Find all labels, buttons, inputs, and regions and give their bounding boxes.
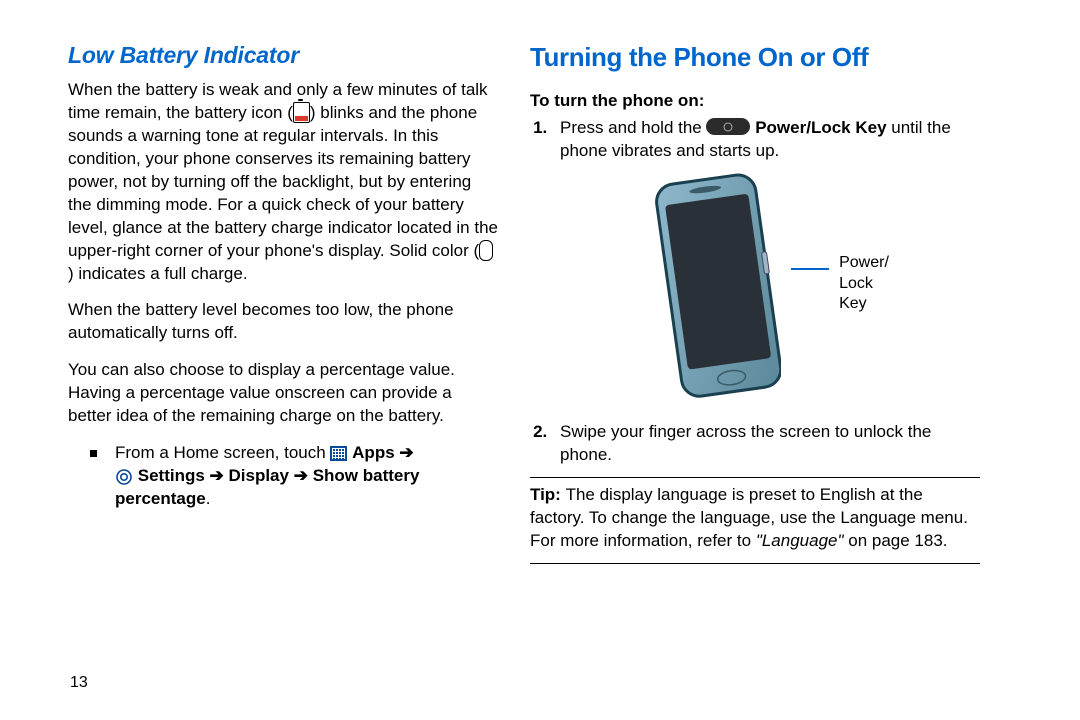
power-key-icon <box>706 118 750 135</box>
phone-illustration <box>651 173 781 403</box>
power-lock-key-label: Power/ Lock Key <box>839 253 889 315</box>
low-battery-p2: When the battery level becomes too low, … <box>68 299 498 345</box>
turning-phone-heading: Turning the Phone On or Off <box>530 42 980 73</box>
bullet-text: From a Home screen, touch Apps ➔ Setting… <box>115 442 498 511</box>
battery-full-icon <box>479 240 493 261</box>
low-battery-heading: Low Battery Indicator <box>68 42 498 69</box>
callout-line <box>791 268 829 270</box>
tip-box: Tip: The display language is preset to E… <box>530 477 980 564</box>
battery-low-icon <box>293 102 310 123</box>
bullet-square <box>90 450 97 457</box>
low-battery-p3: You can also choose to display a percent… <box>68 359 498 428</box>
bullet-path: From a Home screen, touch Apps ➔ Setting… <box>68 442 498 525</box>
step-1: Press and hold the Power/Lock Key until … <box>552 117 980 403</box>
step-2: Swipe your finger across the screen to u… <box>552 421 980 467</box>
to-turn-on-sub: To turn the phone on: <box>530 91 980 111</box>
low-battery-p1: When the battery is weak and only a few … <box>68 79 498 285</box>
settings-icon <box>115 468 133 486</box>
apps-icon <box>330 446 347 461</box>
page-number: 13 <box>70 674 88 692</box>
